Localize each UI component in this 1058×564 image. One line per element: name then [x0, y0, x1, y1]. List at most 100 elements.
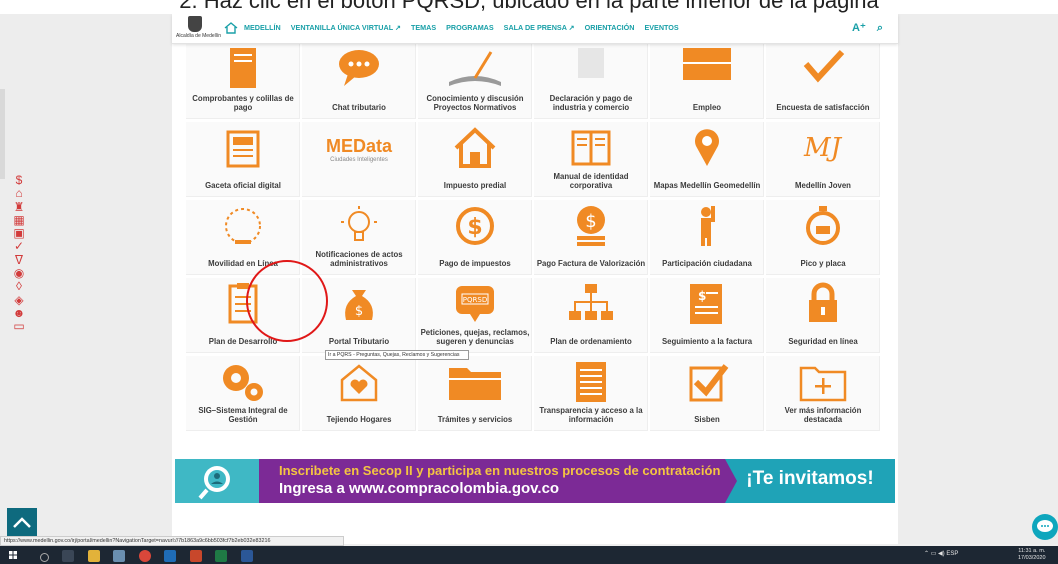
scroll-top-button[interactable] — [7, 508, 37, 536]
service-tile[interactable]: MEData Ciudades Inteligentes — [302, 122, 416, 197]
svg-text:$: $ — [467, 215, 482, 240]
check-icon[interactable]: ✓ — [10, 240, 28, 253]
checkmark-icon — [766, 48, 879, 92]
service-tile-label: SIG–Sistema Integral de Gestión — [198, 406, 288, 424]
tray-language[interactable]: ESP — [946, 551, 958, 557]
service-tile[interactable]: $ Seguimiento a la factura — [650, 278, 764, 353]
service-tile[interactable]: Transparencia y acceso a la información — [534, 356, 648, 431]
service-tile-label: Sisben — [694, 414, 720, 424]
service-tile[interactable]: Tejiendo Hogares — [302, 356, 416, 431]
taskbar-outlook-icon[interactable] — [164, 550, 177, 562]
taskbar-excel-icon[interactable] — [215, 550, 228, 562]
service-tile[interactable]: Declaración y pago de industria y comerc… — [534, 44, 648, 119]
banner-arrow — [725, 459, 737, 503]
nav-tools: A⁺ ⌕ — [852, 21, 891, 35]
lightbulb-icon — [302, 204, 415, 248]
chat-icon[interactable]: ◊ — [10, 280, 28, 293]
clock-time: 11:31 a. m. — [1018, 548, 1046, 554]
nav-item-sala-prensa[interactable]: SALA DE PRENSA ↗ — [504, 23, 575, 32]
svg-text:PQRSD: PQRSD — [463, 296, 487, 304]
person-icon[interactable]: ☻ — [10, 306, 28, 320]
taskbar-view-icon[interactable] — [62, 550, 75, 562]
map-pin-icon — [650, 126, 763, 170]
taskbar-explorer-icon[interactable] — [87, 550, 100, 562]
crest-icon — [188, 16, 202, 32]
service-tile-label: Ver más información destacada — [784, 406, 862, 424]
font-size-button[interactable]: A⁺ — [852, 22, 866, 34]
svg-text:$: $ — [585, 211, 596, 232]
nav-item-temas[interactable]: TEMAS — [411, 23, 436, 32]
service-tile[interactable]: Chat tributario — [302, 44, 416, 119]
service-tile[interactable]: Seguridad en línea — [766, 278, 880, 353]
taskbar-powerpoint-icon[interactable] — [189, 550, 202, 562]
document-lines-icon — [534, 360, 647, 404]
secop-banner[interactable]: Inscribete en Secop II y participa en nu… — [172, 459, 898, 503]
service-tile-label: Mapas Medellín Geomedellín — [653, 180, 761, 190]
service-tile[interactable]: Trámites y servicios — [418, 356, 532, 431]
alcaldia-logo[interactable]: Alcaldía de Medellín — [176, 16, 222, 42]
service-tile[interactable]: Conocimiento y discusión Proyectos Norma… — [418, 44, 532, 119]
service-tile-label: Declaración y pago de industria y comerc… — [549, 94, 633, 112]
status-bar-url: https://www.medellin.gov.co/irj/portal/m… — [0, 536, 344, 546]
windows-start-icon[interactable] — [9, 551, 17, 559]
service-tile[interactable]: Sisben — [650, 356, 764, 431]
service-tile[interactable]: Manual de identidad corporativa — [534, 122, 648, 197]
mobility-icon — [186, 204, 299, 248]
medata-logo-text: MEData — [325, 136, 392, 156]
nav-item-orientacion[interactable]: ORIENTACIÓN — [585, 23, 635, 32]
taskbar-search-icon[interactable] — [40, 553, 49, 562]
dollar-icon[interactable]: $ — [10, 173, 28, 187]
nav-item-programas[interactable]: PROGRAMAS — [446, 23, 494, 32]
bc-icon[interactable]: ▭ — [10, 320, 28, 333]
tray-icons[interactable]: ⌃ ▭ ◀) — [924, 551, 945, 557]
nav-item-medellin[interactable]: MEDELLÍN — [244, 23, 281, 32]
chevron-up-icon — [13, 517, 31, 528]
service-tile[interactable]: Encuesta de satisfacción — [766, 44, 880, 119]
taskbar-apps — [40, 549, 262, 564]
service-tile[interactable]: SIG–Sistema Integral de Gestión — [186, 356, 300, 431]
location-icon[interactable]: ◉ — [10, 266, 28, 280]
service-tile[interactable]: Empleo — [650, 44, 764, 119]
service-tile[interactable]: Pico y placa — [766, 200, 880, 275]
bag-icon[interactable]: ᐁ — [10, 253, 28, 267]
service-tile[interactable]: Gaceta oficial digital — [186, 122, 300, 197]
clock[interactable]: 11:31 a. m. 17/03/2020 — [1018, 548, 1046, 562]
nav-item-eventos[interactable]: EVENTOS — [644, 23, 678, 32]
home-icon[interactable]: ⌂ — [10, 187, 28, 200]
service-tile-label: Pico y placa — [800, 258, 846, 268]
service-tile[interactable]: Notificaciones de actos administrativos — [302, 200, 416, 275]
service-tile[interactable]: Plan de ordenamiento — [534, 278, 648, 353]
banner-icon-block — [175, 459, 259, 503]
briefcase-icon — [650, 48, 763, 92]
receipt-icon — [186, 48, 299, 92]
search-icon[interactable]: ⌕ — [877, 22, 883, 34]
service-tile[interactable]: MJ Medellín Joven — [766, 122, 880, 197]
taskbar-tool-icon[interactable] — [113, 550, 126, 562]
service-tile[interactable]: Ver más información destacada — [766, 356, 880, 431]
service-tile[interactable]: Mapas Medellín Geomedellín — [650, 122, 764, 197]
coin-stack-icon: $ — [534, 204, 647, 248]
house-icon — [418, 126, 531, 170]
nav-item-ventanilla[interactable]: VENTANILLA ÚNICA VIRTUAL ↗ — [291, 23, 401, 32]
logo-label: Alcaldía de Medellín — [176, 33, 222, 39]
home-nav-icon[interactable] — [224, 21, 238, 35]
chat-fab-button[interactable] — [1032, 514, 1058, 540]
svg-text:$: $ — [698, 289, 706, 303]
service-tile[interactable]: Impuesto predial — [418, 122, 532, 197]
taskbar-word-icon[interactable] — [240, 550, 253, 562]
service-tile[interactable]: PQRSD Peticiones, quejas, reclamos, suger… — [418, 278, 532, 353]
pdf-icon[interactable]: ▣ — [10, 227, 28, 240]
service-tile[interactable]: $ Pago de impuestos — [418, 200, 532, 275]
service-tile-label: Trámites y servicios — [437, 414, 513, 424]
service-tile-label: Conocimiento y discusión Proyectos Norma… — [426, 94, 524, 112]
service-tile[interactable]: Comprobantes y colillas de pago — [186, 44, 300, 119]
service-tile[interactable]: $ Pago Factura de Valorización — [534, 200, 648, 275]
service-tile-label: Chat tributario — [332, 102, 386, 112]
heart-house-icon — [302, 360, 415, 404]
building-icon[interactable]: ♜ — [10, 200, 28, 214]
service-tile[interactable]: Participación ciudadana — [650, 200, 764, 275]
search-doc-icon[interactable]: ◈ — [10, 293, 28, 307]
grid-icon[interactable]: ▦ — [10, 213, 28, 227]
taskbar-chrome-icon[interactable] — [138, 550, 151, 562]
service-tile-label: Seguridad en línea — [788, 336, 858, 346]
